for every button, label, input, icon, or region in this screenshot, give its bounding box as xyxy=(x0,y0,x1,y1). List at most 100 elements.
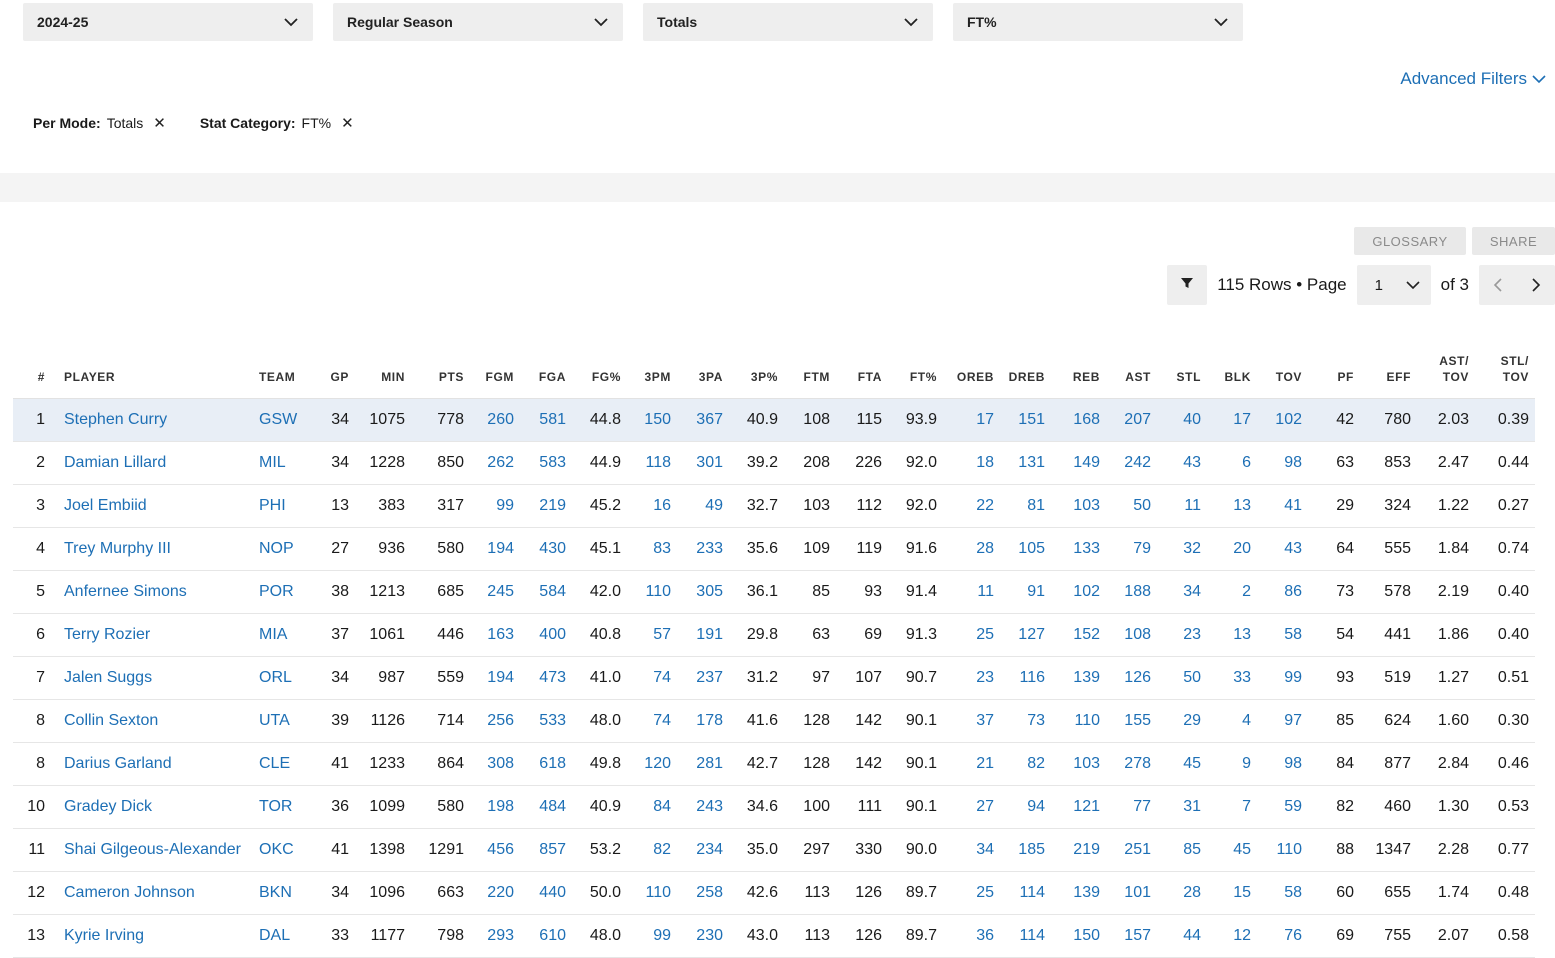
cell-ast[interactable]: 50 xyxy=(1106,484,1157,528)
cell-player[interactable]: Collin Sexton xyxy=(51,699,251,743)
column-header-reb[interactable]: REB xyxy=(1051,330,1106,399)
cell-tov[interactable]: 99 xyxy=(1257,656,1308,700)
cell-stl[interactable]: 29 xyxy=(1157,699,1207,743)
cell-fgm[interactable]: 198 xyxy=(470,785,520,829)
page-select[interactable]: 1 xyxy=(1356,265,1431,305)
cell-stl[interactable]: 11 xyxy=(1157,484,1207,528)
cell-team[interactable]: ORL xyxy=(251,656,313,700)
cell-oreb[interactable]: 28 xyxy=(943,527,1000,571)
cell-tov[interactable]: 98 xyxy=(1257,742,1308,786)
cell-oreb[interactable]: 25 xyxy=(943,613,1000,657)
cell-player[interactable]: Stephen Curry xyxy=(51,398,251,442)
cell-dreb[interactable]: 114 xyxy=(1000,914,1051,958)
cell-3pa[interactable]: 191 xyxy=(677,613,729,657)
cell-ast[interactable]: 242 xyxy=(1106,441,1157,485)
cell-3pm[interactable]: 99 xyxy=(627,914,677,958)
cell-tov[interactable]: 86 xyxy=(1257,570,1308,614)
column-header-pf[interactable]: PF xyxy=(1308,330,1360,399)
cell-oreb[interactable]: 21 xyxy=(943,742,1000,786)
cell-3pm[interactable]: 150 xyxy=(627,398,677,442)
cell-fga[interactable]: 610 xyxy=(520,914,572,958)
cell-team[interactable]: UTA xyxy=(251,699,313,743)
cell-oreb[interactable]: 34 xyxy=(943,828,1000,872)
cell-3pm[interactable]: 16 xyxy=(627,484,677,528)
cell-blk[interactable]: 12 xyxy=(1207,914,1257,958)
cell-3pa[interactable]: 301 xyxy=(677,441,729,485)
cell-team[interactable]: TOR xyxy=(251,785,313,829)
cell-tov[interactable]: 58 xyxy=(1257,613,1308,657)
cell-ast[interactable]: 77 xyxy=(1106,785,1157,829)
column-header-player[interactable]: PLAYER xyxy=(51,330,251,399)
cell-stl[interactable]: 34 xyxy=(1157,570,1207,614)
cell-fga[interactable]: 581 xyxy=(520,398,572,442)
cell-ast[interactable]: 251 xyxy=(1106,828,1157,872)
cell-player[interactable]: Kyrie Irving xyxy=(51,914,251,958)
cell-team[interactable]: MIL xyxy=(251,441,313,485)
cell-3pm[interactable]: 84 xyxy=(627,785,677,829)
season-select[interactable]: 2024-25 xyxy=(23,3,313,41)
cell-stl[interactable]: 40 xyxy=(1157,398,1207,442)
cell-stl[interactable]: 85 xyxy=(1157,828,1207,872)
column-header-stl[interactable]: STL xyxy=(1157,330,1207,399)
cell-tov[interactable]: 59 xyxy=(1257,785,1308,829)
cell-dreb[interactable]: 131 xyxy=(1000,441,1051,485)
column-header-ft-pct[interactable]: FT% xyxy=(888,330,943,399)
cell-team[interactable]: CLE xyxy=(251,742,313,786)
cell-oreb[interactable]: 27 xyxy=(943,785,1000,829)
cell-blk[interactable]: 33 xyxy=(1207,656,1257,700)
cell-blk[interactable]: 9 xyxy=(1207,742,1257,786)
cell-player[interactable]: Gradey Dick xyxy=(51,785,251,829)
cell-reb[interactable]: 133 xyxy=(1051,527,1106,571)
cell-3pm[interactable]: 74 xyxy=(627,656,677,700)
cell-blk[interactable]: 6 xyxy=(1207,441,1257,485)
column-header-gp[interactable]: GP xyxy=(313,330,355,399)
column-header-fga[interactable]: FGA xyxy=(520,330,572,399)
cell-stl[interactable]: 45 xyxy=(1157,742,1207,786)
column-header-3p-pct[interactable]: 3P% xyxy=(729,330,784,399)
cell-dreb[interactable]: 127 xyxy=(1000,613,1051,657)
cell-stl[interactable]: 28 xyxy=(1157,871,1207,915)
cell-3pm[interactable]: 110 xyxy=(627,871,677,915)
cell-player[interactable]: Cameron Johnson xyxy=(51,871,251,915)
cell-oreb[interactable]: 23 xyxy=(943,656,1000,700)
cell-player[interactable]: Damian Lillard xyxy=(51,441,251,485)
cell-reb[interactable]: 152 xyxy=(1051,613,1106,657)
column-header-fgm[interactable]: FGM xyxy=(470,330,520,399)
cell-3pm[interactable]: 118 xyxy=(627,441,677,485)
column-header-team[interactable]: TEAM xyxy=(251,330,313,399)
cell-reb[interactable]: 139 xyxy=(1051,656,1106,700)
cell-oreb[interactable]: 11 xyxy=(943,570,1000,614)
column-header-3pm[interactable]: 3PM xyxy=(627,330,677,399)
column-header-eff[interactable]: EFF xyxy=(1360,330,1417,399)
cell-reb[interactable]: 150 xyxy=(1051,914,1106,958)
cell-blk[interactable]: 2 xyxy=(1207,570,1257,614)
cell-fgm[interactable]: 456 xyxy=(470,828,520,872)
cell-stl[interactable]: 43 xyxy=(1157,441,1207,485)
cell-fgm[interactable]: 99 xyxy=(470,484,520,528)
cell-3pa[interactable]: 258 xyxy=(677,871,729,915)
cell-reb[interactable]: 102 xyxy=(1051,570,1106,614)
cell-reb[interactable]: 168 xyxy=(1051,398,1106,442)
cell-dreb[interactable]: 73 xyxy=(1000,699,1051,743)
cell-team[interactable]: DAL xyxy=(251,914,313,958)
cell-reb[interactable]: 103 xyxy=(1051,484,1106,528)
column-header-ftm[interactable]: FTM xyxy=(784,330,836,399)
cell-team[interactable]: GSW xyxy=(251,398,313,442)
cell-fga[interactable]: 584 xyxy=(520,570,572,614)
season-type-select[interactable]: Regular Season xyxy=(333,3,623,41)
cell-fga[interactable]: 430 xyxy=(520,527,572,571)
cell-3pa[interactable]: 234 xyxy=(677,828,729,872)
cell-fgm[interactable]: 194 xyxy=(470,656,520,700)
cell-3pm[interactable]: 120 xyxy=(627,742,677,786)
cell-3pa[interactable]: 230 xyxy=(677,914,729,958)
cell-tov[interactable]: 76 xyxy=(1257,914,1308,958)
cell-dreb[interactable]: 114 xyxy=(1000,871,1051,915)
table-filter-button[interactable] xyxy=(1167,265,1208,305)
cell-ast[interactable]: 207 xyxy=(1106,398,1157,442)
cell-ast[interactable]: 155 xyxy=(1106,699,1157,743)
chevron-left-icon[interactable] xyxy=(1490,277,1506,293)
close-icon[interactable]: ✕ xyxy=(341,114,354,132)
cell-dreb[interactable]: 151 xyxy=(1000,398,1051,442)
column-header-rank[interactable]: # xyxy=(13,330,51,399)
cell-dreb[interactable]: 91 xyxy=(1000,570,1051,614)
